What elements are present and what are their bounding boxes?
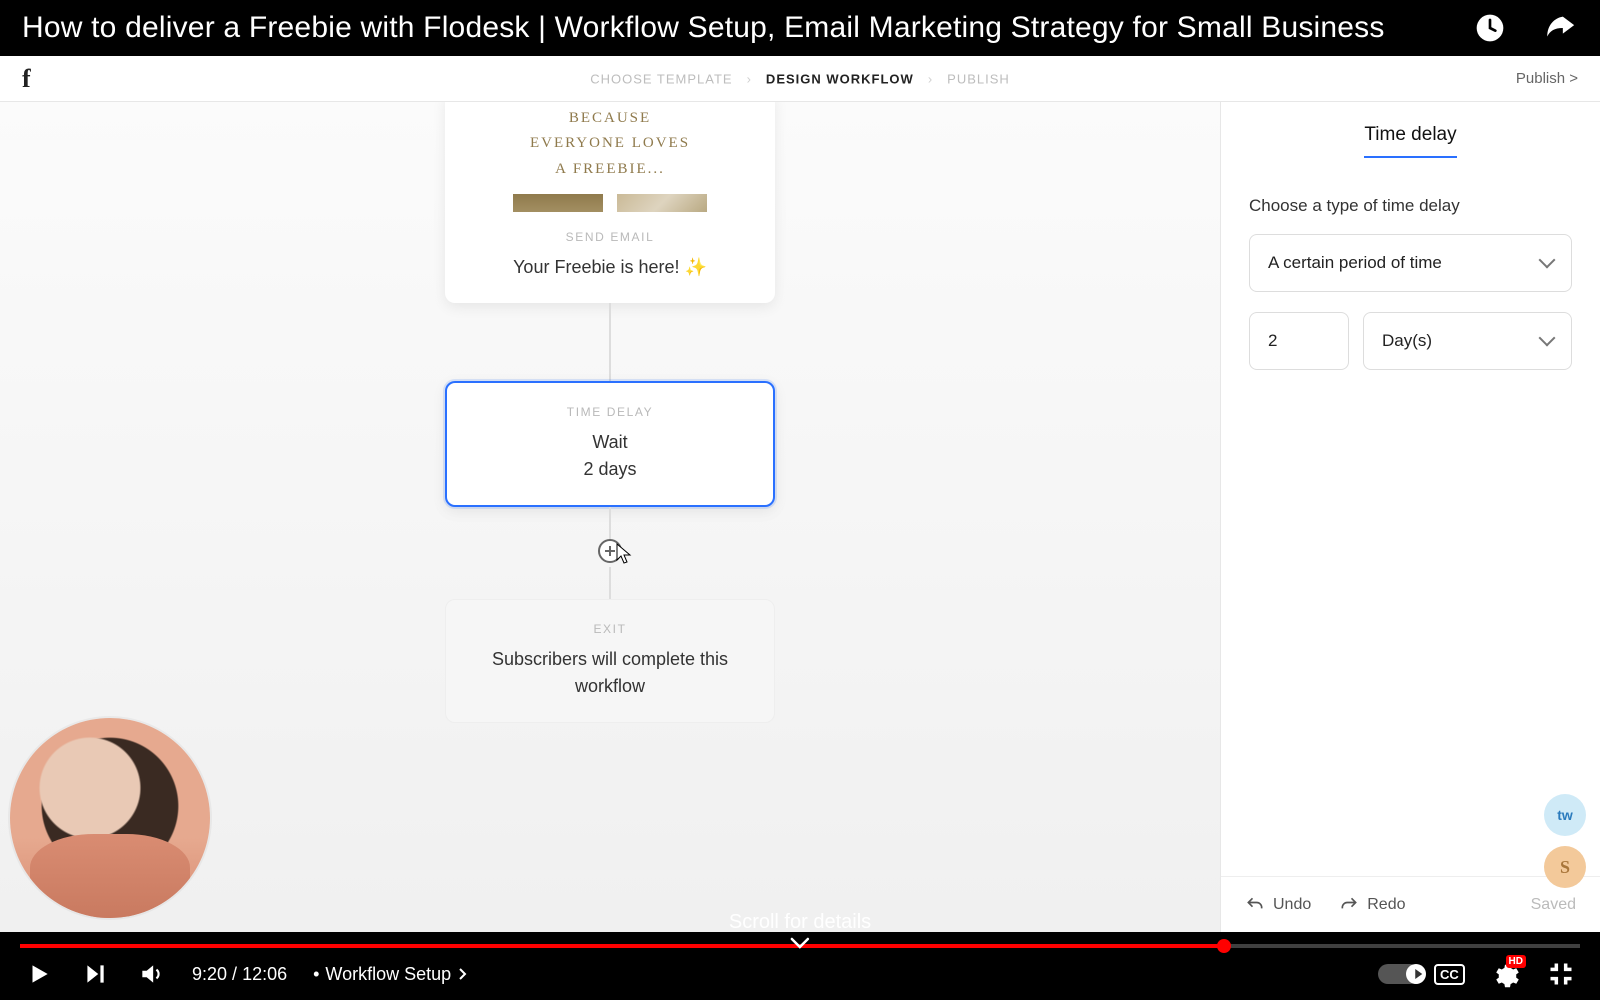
chevron-down-icon: [1539, 252, 1556, 269]
time-delay-type-label: Choose a type of time delay: [1249, 196, 1572, 216]
watch-later-icon[interactable]: [1472, 10, 1508, 46]
chapter-button[interactable]: • Workflow Setup: [313, 964, 469, 985]
time-delay-amount-input[interactable]: 2: [1249, 312, 1349, 370]
exit-fullscreen-button[interactable]: [1546, 959, 1576, 989]
email-preview-text: EVERYONE LOVES: [530, 131, 690, 157]
connector-line: [609, 303, 611, 381]
chevron-right-icon: ›: [928, 71, 933, 86]
autoplay-toggle[interactable]: [1378, 959, 1408, 989]
redo-button[interactable]: Redo: [1339, 895, 1405, 915]
select-value: Day(s): [1382, 331, 1432, 351]
volume-button[interactable]: [136, 959, 166, 989]
extension-badge-s[interactable]: S: [1544, 846, 1586, 888]
input-value: 2: [1268, 331, 1277, 351]
exit-description: Subscribers will complete this workflow: [472, 646, 748, 700]
connector-line: [609, 507, 611, 539]
chapter-label: Workflow Setup: [325, 964, 451, 985]
time-delay-unit-select[interactable]: Day(s): [1363, 312, 1572, 370]
chevron-right-icon: [457, 968, 469, 980]
chevron-down-icon: [1539, 330, 1556, 347]
breadcrumb-publish[interactable]: PUBLISH: [947, 71, 1010, 86]
redo-icon: [1339, 895, 1359, 915]
scroll-for-details[interactable]: Scroll for details: [729, 911, 871, 950]
undo-icon: [1245, 895, 1265, 915]
video-title[interactable]: How to deliver a Freebie with Flodesk | …: [22, 11, 1472, 45]
time-display: 9:20 / 12:06: [192, 964, 287, 985]
youtube-top-overlay: How to deliver a Freebie with Flodesk | …: [0, 0, 1600, 56]
redo-label: Redo: [1367, 896, 1405, 914]
next-button[interactable]: [80, 959, 110, 989]
presenter-webcam: [10, 718, 210, 918]
progress-knob[interactable]: [1217, 939, 1231, 953]
side-panel: Time delay Choose a type of time delay A…: [1220, 102, 1600, 932]
hd-badge: HD: [1506, 955, 1526, 968]
step-type-label: SEND EMAIL: [471, 230, 749, 244]
step-type-label: EXIT: [472, 622, 748, 636]
time-delay-type-select[interactable]: A certain period of time: [1249, 234, 1572, 292]
flodesk-topbar: f CHOOSE TEMPLATE › DESIGN WORKFLOW › PU…: [0, 56, 1600, 102]
extension-badges: tw S: [1544, 794, 1586, 888]
chevron-down-icon: [790, 936, 810, 950]
breadcrumb-design-workflow[interactable]: DESIGN WORKFLOW: [766, 71, 914, 86]
video-frame: f CHOOSE TEMPLATE › DESIGN WORKFLOW › PU…: [0, 56, 1600, 932]
connector-line: [609, 567, 611, 599]
time-total: 12:06: [242, 964, 287, 984]
delay-duration: 2 days: [473, 456, 747, 483]
share-icon[interactable]: [1542, 10, 1578, 46]
workflow-step-time-delay[interactable]: TIME DELAY Wait 2 days: [445, 381, 775, 507]
undo-button[interactable]: Undo: [1245, 895, 1311, 915]
select-value: A certain period of time: [1268, 253, 1442, 273]
breadcrumb: CHOOSE TEMPLATE › DESIGN WORKFLOW › PUBL…: [590, 71, 1010, 86]
tab-time-delay[interactable]: Time delay: [1364, 124, 1456, 158]
email-preview-thumbnail: BECAUSE EVERYONE LOVES A FREEBIE...: [471, 102, 749, 212]
flodesk-logo[interactable]: f: [22, 64, 31, 94]
email-preview-text: BECAUSE: [569, 106, 651, 132]
email-preview-text: A FREEBIE...: [555, 157, 665, 183]
play-button[interactable]: [24, 959, 54, 989]
email-subject: Your Freebie is here! ✨: [471, 254, 749, 281]
step-type-label: TIME DELAY: [473, 405, 747, 419]
progress-played: [20, 944, 1224, 948]
captions-button[interactable]: CC: [1434, 959, 1464, 989]
workflow-step-send-email[interactable]: BECAUSE EVERYONE LOVES A FREEBIE... SEND…: [445, 102, 775, 303]
breadcrumb-choose-template[interactable]: CHOOSE TEMPLATE: [590, 71, 732, 86]
cursor-icon: [616, 543, 636, 565]
undo-label: Undo: [1273, 896, 1311, 914]
time-current: 9:20: [192, 964, 227, 984]
settings-button[interactable]: HD: [1490, 961, 1520, 987]
scroll-hint-label: Scroll for details: [729, 911, 871, 933]
extension-badge-tw[interactable]: tw: [1544, 794, 1586, 836]
workflow-step-exit[interactable]: EXIT Subscribers will complete this work…: [445, 599, 775, 723]
saved-status: Saved: [1531, 896, 1576, 914]
chevron-right-icon: ›: [747, 71, 752, 86]
publish-button[interactable]: Publish >: [1516, 70, 1578, 87]
cc-icon: CC: [1434, 964, 1465, 985]
delay-wait-label: Wait: [473, 429, 747, 456]
